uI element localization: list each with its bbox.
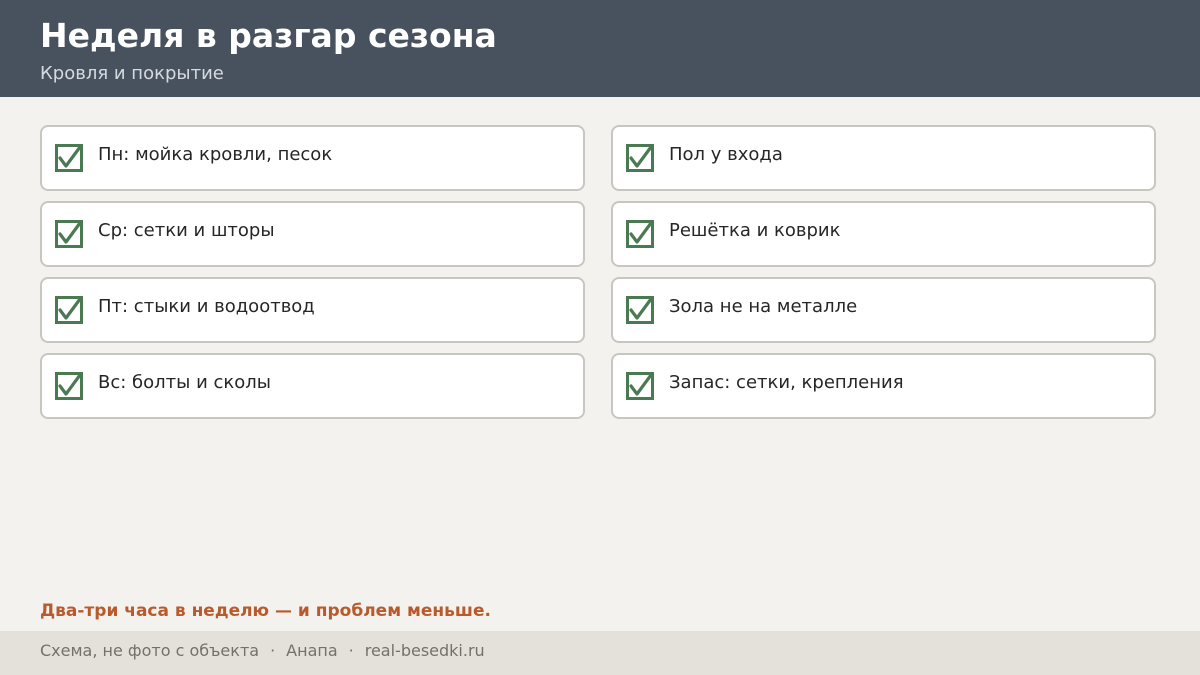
checked-box-icon[interactable] <box>55 220 83 248</box>
checklist-item[interactable]: Запас: сетки, крепления <box>611 353 1156 419</box>
checklist-item-label: Пн: мойка кровли, песок <box>98 144 333 165</box>
checked-box-icon[interactable] <box>626 296 654 324</box>
footer-separator: · <box>270 641 276 660</box>
footer-separator: · <box>348 641 354 660</box>
checklist-item[interactable]: Пол у входа <box>611 125 1156 191</box>
checklist-item[interactable]: Пт: стыки и водоотвод <box>40 277 585 343</box>
checklist-grid: Пн: мойка кровли, песок Пол у входа Ср: … <box>40 125 1156 419</box>
checklist-item[interactable]: Решётка и коврик <box>611 201 1156 267</box>
checked-box-icon[interactable] <box>626 144 654 172</box>
footer-text: Схема, не фото с объекта · Анапа · real-bese… <box>40 640 485 662</box>
footer: Схема, не фото с объекта · Анапа · real-bese… <box>0 631 1200 675</box>
page-subtitle: Кровля и покрытие <box>40 63 224 84</box>
footer-caption: Схема, не фото с объекта <box>40 641 260 660</box>
checklist-item-label: Запас: сетки, крепления <box>669 372 904 393</box>
checklist-item-label: Зола не на металле <box>669 296 858 317</box>
checklist-item[interactable]: Пн: мойка кровли, песок <box>40 125 585 191</box>
checked-box-icon[interactable] <box>55 144 83 172</box>
header: Неделя в разгар сезона Кровля и покрытие <box>0 0 1200 97</box>
checklist-item-label: Ср: сетки и шторы <box>98 220 275 241</box>
page-title: Неделя в разгар сезона <box>40 16 497 55</box>
footer-city: Анапа <box>286 641 338 660</box>
checklist-item[interactable]: Вс: болты и сколы <box>40 353 585 419</box>
checked-box-icon[interactable] <box>55 296 83 324</box>
checklist-item-label: Пол у входа <box>669 144 783 165</box>
summary-note: Два-три часа в неделю — и проблем меньше… <box>40 601 491 621</box>
checklist-item[interactable]: Ср: сетки и шторы <box>40 201 585 267</box>
checked-box-icon[interactable] <box>55 372 83 400</box>
checklist-item-label: Пт: стыки и водоотвод <box>98 296 315 317</box>
checked-box-icon[interactable] <box>626 372 654 400</box>
footer-site-link[interactable]: real-besedki.ru <box>365 641 485 660</box>
checklist-item-label: Вс: болты и сколы <box>98 372 271 393</box>
checked-box-icon[interactable] <box>626 220 654 248</box>
checklist-item[interactable]: Зола не на металле <box>611 277 1156 343</box>
checklist-item-label: Решётка и коврик <box>669 220 841 241</box>
